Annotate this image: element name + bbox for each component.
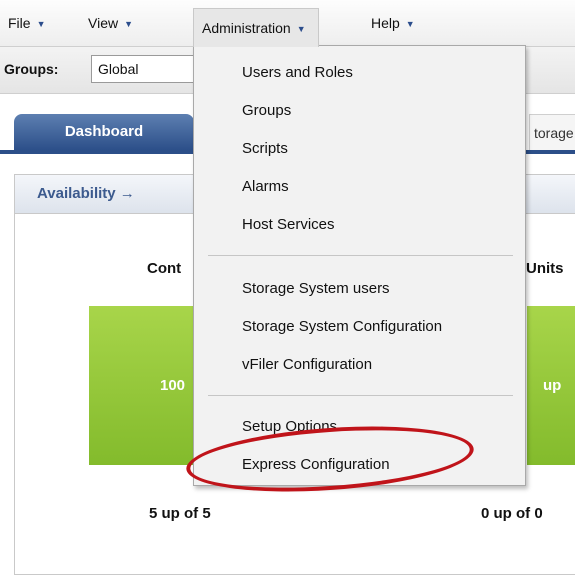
menu-item-scripts[interactable]: Scripts (242, 140, 288, 158)
tab-dashboard[interactable]: Dashboard (14, 114, 194, 150)
menu-item-host-services[interactable]: Host Services (242, 216, 335, 234)
menu-file-label: File (8, 15, 31, 31)
units-status: up (543, 377, 562, 394)
menu-administration[interactable]: Administration ▼ (193, 8, 319, 47)
availability-link[interactable]: Availability → (37, 185, 135, 202)
menu-bar: File ▼ View ▼ Administration ▼ Help ▼ (0, 0, 575, 47)
menu-help[interactable]: Help ▼ (371, 11, 415, 35)
menu-separator (208, 395, 513, 396)
controllers-count: 5 up of 5 (149, 505, 211, 522)
controllers-percent: 100 (160, 377, 186, 394)
tab-storage[interactable]: torage (529, 114, 575, 151)
groups-select[interactable]: Global (91, 55, 201, 83)
menu-item-vfiler-configuration[interactable]: vFiler Configuration (242, 356, 372, 374)
units-count: 0 up of 0 (481, 505, 543, 522)
menu-item-setup-options[interactable]: Setup Options (242, 418, 337, 436)
menu-item-express-configuration[interactable]: Express Configuration (242, 456, 390, 474)
menu-help-label: Help (371, 15, 400, 31)
menu-item-groups[interactable]: Groups (242, 102, 291, 120)
menu-view[interactable]: View ▼ (88, 11, 133, 35)
menu-item-storage-system-users[interactable]: Storage System users (242, 280, 390, 298)
menu-file[interactable]: File ▼ (8, 11, 45, 35)
menu-item-storage-system-configuration[interactable]: Storage System Configuration (242, 318, 442, 336)
units-heading: Units (526, 260, 564, 277)
menu-item-alarms[interactable]: Alarms (242, 178, 289, 196)
chevron-down-icon: ▼ (124, 19, 134, 29)
controllers-heading: Cont (147, 260, 182, 277)
groups-label: Groups: (4, 61, 59, 77)
administration-dropdown: Users and Roles Groups Scripts Alarms Ho… (193, 45, 526, 486)
menu-administration-label: Administration (202, 20, 291, 36)
chevron-down-icon: ▼ (36, 19, 46, 29)
menu-view-label: View (88, 15, 119, 31)
menu-item-users-and-roles[interactable]: Users and Roles (242, 64, 353, 82)
chevron-down-icon: ▼ (296, 24, 306, 34)
chevron-down-icon: ▼ (405, 19, 415, 29)
menu-separator (208, 255, 513, 256)
